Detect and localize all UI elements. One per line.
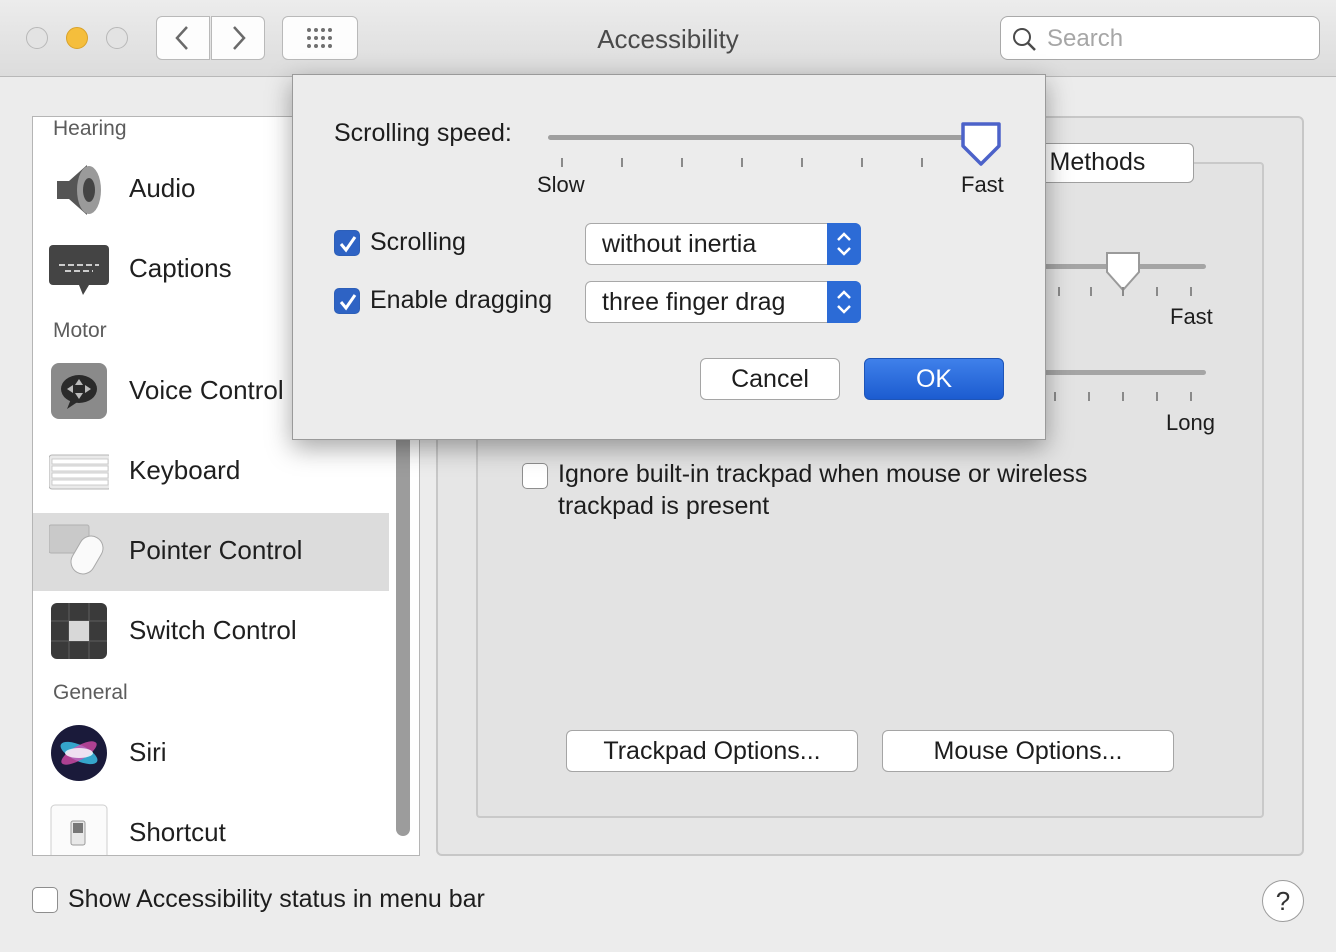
tick-mark bbox=[1054, 392, 1056, 401]
sidebar-item-keyboard[interactable]: Keyboard bbox=[33, 433, 389, 511]
switch-control-icon bbox=[51, 603, 107, 659]
sidebar-item-label: Siri bbox=[129, 737, 167, 767]
enable-dragging-checkbox[interactable] bbox=[334, 288, 360, 314]
tick-mark bbox=[1088, 392, 1090, 401]
tab-alternate-control-methods[interactable]: l Methods bbox=[1020, 143, 1194, 183]
show-status-menu-checkbox[interactable] bbox=[32, 887, 58, 913]
tab-label: l Methods bbox=[1037, 148, 1146, 176]
scrolling-speed-slider-knob[interactable] bbox=[959, 120, 1005, 170]
tick-mark bbox=[1090, 287, 1092, 296]
tick-mark bbox=[1122, 392, 1124, 401]
sidebar-item-label: Captions bbox=[129, 253, 232, 283]
search-field[interactable]: Search bbox=[1000, 16, 1320, 60]
slider-max-label: Long bbox=[1166, 410, 1215, 435]
tick-mark bbox=[561, 158, 563, 167]
search-placeholder: Search bbox=[1047, 25, 1124, 52]
mouse-options-button[interactable]: Mouse Options... bbox=[882, 730, 1174, 772]
scrolling-speed-label: Scrolling speed: bbox=[334, 119, 512, 147]
ignore-trackpad-label-cont: trackpad is present bbox=[558, 492, 770, 520]
sidebar-item-label: Keyboard bbox=[129, 455, 241, 485]
sidebar-scrollbar[interactable] bbox=[396, 430, 410, 836]
slider-min-label: Slow bbox=[537, 172, 585, 197]
sidebar-item-label: Voice Control bbox=[129, 375, 284, 405]
shortcut-icon bbox=[50, 804, 108, 855]
popup-arrows bbox=[827, 281, 861, 323]
ignore-trackpad-label: Ignore built-in trackpad when mouse or w… bbox=[558, 460, 1088, 488]
popup-arrows bbox=[827, 223, 861, 265]
tick-mark bbox=[1122, 287, 1124, 296]
sidebar-item-switch-control[interactable]: Switch Control bbox=[33, 593, 389, 671]
voice-control-icon bbox=[51, 363, 107, 419]
up-down-chevron-icon bbox=[837, 232, 851, 256]
tick-mark bbox=[921, 158, 923, 167]
scrolling-label: Scrolling bbox=[370, 228, 466, 256]
up-down-chevron-icon bbox=[837, 290, 851, 314]
sidebar-item-pointer-control[interactable]: Pointer Control bbox=[33, 513, 389, 591]
sidebar-item-label: Switch Control bbox=[129, 615, 297, 645]
section-header-motor: Motor bbox=[53, 319, 107, 342]
popup-value: three finger drag bbox=[602, 288, 786, 316]
tick-mark bbox=[861, 158, 863, 167]
tick-mark bbox=[681, 158, 683, 167]
scrolling-checkbox[interactable] bbox=[334, 230, 360, 256]
scrolling-speed-slider-track[interactable] bbox=[548, 135, 980, 140]
tick-mark bbox=[621, 158, 623, 167]
show-status-menu-label: Show Accessibility status in menu bar bbox=[68, 885, 485, 913]
ok-button[interactable]: OK bbox=[864, 358, 1004, 400]
search-icon bbox=[1013, 28, 1036, 51]
sidebar-item-siri[interactable]: Siri bbox=[33, 715, 389, 793]
popup-value: without inertia bbox=[602, 230, 757, 258]
siri-icon bbox=[51, 725, 107, 781]
trackpad-options-sheet: Scrolling speed: Slow Fast Scrolling wit… bbox=[292, 74, 1046, 440]
tick-mark bbox=[741, 158, 743, 167]
dragging-style-popup[interactable]: three finger drag bbox=[585, 281, 861, 323]
pointer-control-icon bbox=[49, 524, 104, 575]
checkmark-icon bbox=[339, 294, 357, 311]
keyboard-icon bbox=[49, 454, 109, 490]
tick-mark bbox=[801, 158, 803, 167]
cancel-button[interactable]: Cancel bbox=[700, 358, 840, 400]
help-button[interactable]: ? bbox=[1262, 880, 1304, 922]
tick-mark bbox=[1190, 287, 1192, 296]
captions-icon bbox=[49, 245, 109, 295]
sidebar-item-shortcut[interactable]: Shortcut bbox=[33, 795, 389, 855]
trackpad-options-button[interactable]: Trackpad Options... bbox=[566, 730, 858, 772]
ignore-trackpad-checkbox[interactable] bbox=[522, 463, 548, 489]
section-header-hearing: Hearing bbox=[53, 117, 127, 140]
tick-mark bbox=[1156, 287, 1158, 296]
checkmark-icon bbox=[339, 236, 357, 253]
enable-dragging-label: Enable dragging bbox=[370, 286, 553, 314]
tick-mark bbox=[1190, 392, 1192, 401]
speaker-icon bbox=[57, 165, 101, 215]
spring-loading-delay-slider-track[interactable] bbox=[1030, 370, 1206, 375]
sidebar-item-label: Audio bbox=[129, 173, 196, 203]
slider-max-label: Fast bbox=[961, 172, 1004, 197]
slider-max-label: Fast bbox=[1170, 304, 1213, 329]
sidebar-item-label: Pointer Control bbox=[129, 535, 303, 565]
section-header-general: General bbox=[53, 681, 128, 704]
sidebar-item-label: Shortcut bbox=[129, 817, 226, 847]
tick-mark bbox=[1058, 287, 1060, 296]
scrolling-inertia-popup[interactable]: without inertia bbox=[585, 223, 861, 265]
tick-mark bbox=[1156, 392, 1158, 401]
